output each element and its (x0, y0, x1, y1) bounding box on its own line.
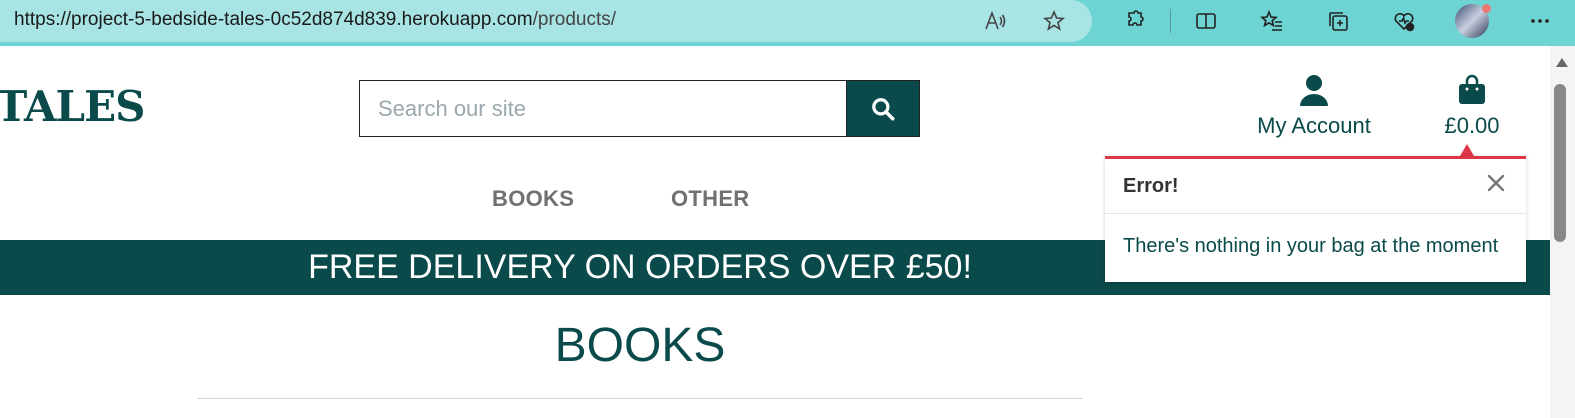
close-icon (1487, 174, 1505, 192)
url-path: /products/ (532, 9, 617, 30)
scrollbar-thumb[interactable] (1554, 84, 1566, 242)
url-host: https://project-5-bedside-tales-0c52d874… (14, 9, 533, 30)
user-icon (1300, 75, 1328, 106)
search-icon (872, 97, 895, 120)
site-logo[interactable]: TALES (0, 82, 145, 131)
error-toast: Error! There's nothing in your bag at th… (1105, 156, 1526, 282)
favorite-star-icon[interactable] (1041, 8, 1067, 34)
shopping-bag-link[interactable]: £0.00 (1432, 74, 1512, 139)
read-aloud-icon[interactable] (982, 8, 1008, 34)
nav-books[interactable]: BOOKS (492, 186, 574, 212)
browser-toolbar: https://project-5-bedside-tales-0c52d874… (0, 0, 1575, 46)
toast-header: Error! (1105, 159, 1526, 214)
extensions-icon[interactable] (1121, 8, 1147, 34)
close-button[interactable] (1484, 171, 1508, 195)
toolbar-divider (1170, 9, 1171, 33)
collections-icon[interactable] (1325, 8, 1351, 34)
my-account-label: My Account (1257, 113, 1371, 138)
scroll-up-icon[interactable] (1556, 58, 1568, 67)
favorites-icon[interactable] (1259, 8, 1285, 34)
toast-arrow (1460, 144, 1474, 156)
toast-message: There's nothing in your bag at the momen… (1123, 235, 1499, 257)
search-input[interactable] (359, 80, 847, 137)
address-bar[interactable]: https://project-5-bedside-tales-0c52d874… (0, 0, 1092, 42)
vertical-scrollbar[interactable] (1550, 46, 1575, 418)
search-button[interactable] (846, 80, 920, 137)
my-account-link[interactable]: My Account (1244, 74, 1384, 139)
delivery-banner-text: FREE DELIVERY ON ORDERS OVER £50! (308, 248, 972, 286)
toast-title: Error! (1123, 175, 1179, 197)
url-text[interactable]: https://project-5-bedside-tales-0c52d874… (14, 9, 616, 31)
browser-essentials-icon[interactable] (1391, 8, 1417, 34)
heading-divider (197, 398, 1083, 399)
split-screen-icon[interactable] (1193, 8, 1219, 34)
page-title: BOOKS (554, 319, 726, 372)
search-form (359, 80, 920, 137)
notification-dot (1482, 4, 1491, 13)
nav-other[interactable]: OTHER (671, 186, 750, 212)
more-icon[interactable] (1527, 8, 1553, 34)
bag-total: £0.00 (1444, 113, 1500, 138)
shopping-bag-icon (1459, 74, 1485, 104)
web-page: TALES My Account £0.00 BOOKS OTHER FREE … (0, 46, 1550, 418)
